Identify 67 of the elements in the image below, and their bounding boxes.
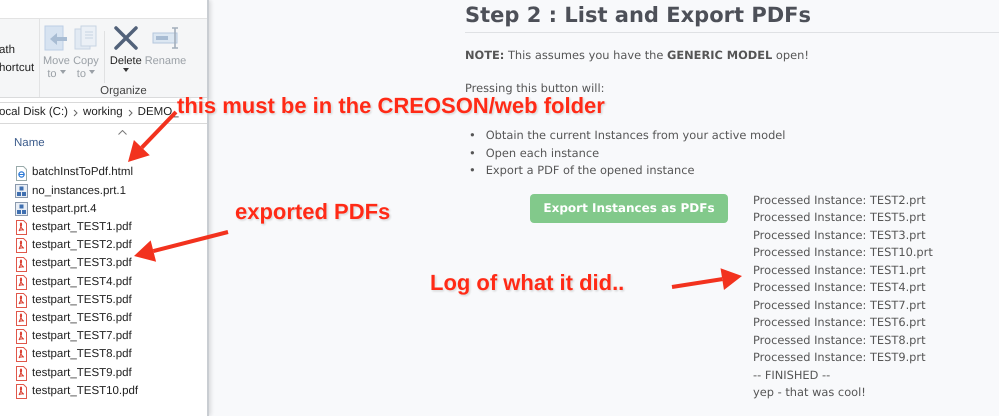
file-name[interactable]: testpart_TEST2.pdf [32,237,132,254]
annotation-text: exported PDFs [235,200,390,224]
pdf-icon [15,329,28,344]
log-line: Processed Instance: TEST6.prt [753,314,927,332]
breadcrumb-item[interactable]: DEMO_ [138,104,179,122]
sort-icon [118,130,127,135]
pdf-icon [15,384,28,399]
file-name[interactable]: testpart_TEST3.pdf [32,255,132,273]
annotation-text: this must be in the CREOSON/web folder [177,94,605,118]
pdf-icon [15,220,28,236]
file-name[interactable]: no_instances.prt.1 [32,182,126,200]
caret-icon [122,68,129,72]
log-line: Processed Instance: TEST5.prt [753,209,927,226]
ribbon-label[interactable]: hortcut [0,61,34,75]
part-icon [15,184,28,199]
chevron-icon [73,109,78,117]
group-label: Organize [100,84,147,99]
file-name[interactable]: testpart_TEST5.pdf [32,292,132,310]
log-line: yep - that was cool! [753,384,867,402]
log-line: Processed Instance: TEST3.prt [753,226,927,244]
step-item: Export a PDF of the opened instance [486,162,694,180]
pdf-icon [15,256,28,272]
note-text: NOTE: This assumes you have the GENERIC MODEL open! [465,47,810,64]
page-arrow-icon [43,25,70,51]
breadcrumb-item[interactable]: working [83,104,123,122]
part-icon [15,202,28,217]
pdf-icon [15,311,28,326]
bullet: • [469,127,476,144]
file-name[interactable]: testpart_TEST8.pdf [32,346,132,364]
caret-icon [60,70,66,74]
copy-icon [72,25,99,51]
chevron-icon [128,109,133,117]
file-name[interactable]: testpart_TEST7.pdf [32,328,132,346]
file-name[interactable]: testpart_TEST10.pdf [32,382,138,400]
log-line: Processed Instance: TEST1.prt [753,262,927,279]
arrow [672,268,742,290]
rename-icon [152,25,178,51]
log-line: Processed Instance: TEST8.prt [753,332,927,349]
intro-text: Pressing this button will: [465,80,606,97]
file-name[interactable]: testpart.prt.4 [32,200,97,218]
bullet: • [469,162,476,180]
log-line: Processed Instance: TEST4.prt [753,279,927,296]
file-name[interactable]: batchInstToPdf.html [32,164,133,182]
file-name[interactable]: testpart_TEST6.pdf [32,310,132,328]
ribbon-button[interactable]: Delete [108,25,143,76]
file-name[interactable]: testpart_TEST1.pdf [32,219,132,236]
step-item: Open each instance [486,144,600,162]
step-item: Obtain the current Instances from your active model [486,127,786,144]
annotation-text: Log of what it did.. [430,271,624,295]
bullet: • [469,144,476,162]
log-line: Processed Instance: TEST7.prt [753,296,927,314]
log-line: Processed Instance: TEST9.prt [753,349,927,366]
log-line: Processed Instance: TEST2.prt [753,192,927,209]
column-header[interactable]: Name [14,134,45,152]
pdf-icon [15,292,28,308]
pdf-icon [15,347,28,362]
file-name[interactable]: testpart_TEST9.pdf [32,364,132,382]
log-line: Processed Instance: TEST10.prt [753,244,933,262]
delete-icon [112,25,139,51]
file-name[interactable]: testpart_TEST4.pdf [32,274,132,291]
pdf-icon [15,366,28,381]
caret-icon [89,70,96,74]
log-line: -- FINISHED -- [753,366,832,384]
pdf-icon [15,274,28,290]
page-heading: Step 2 : List and Export PDFs [465,2,812,28]
web-file-icon [15,166,28,181]
pdf-icon [15,238,28,254]
